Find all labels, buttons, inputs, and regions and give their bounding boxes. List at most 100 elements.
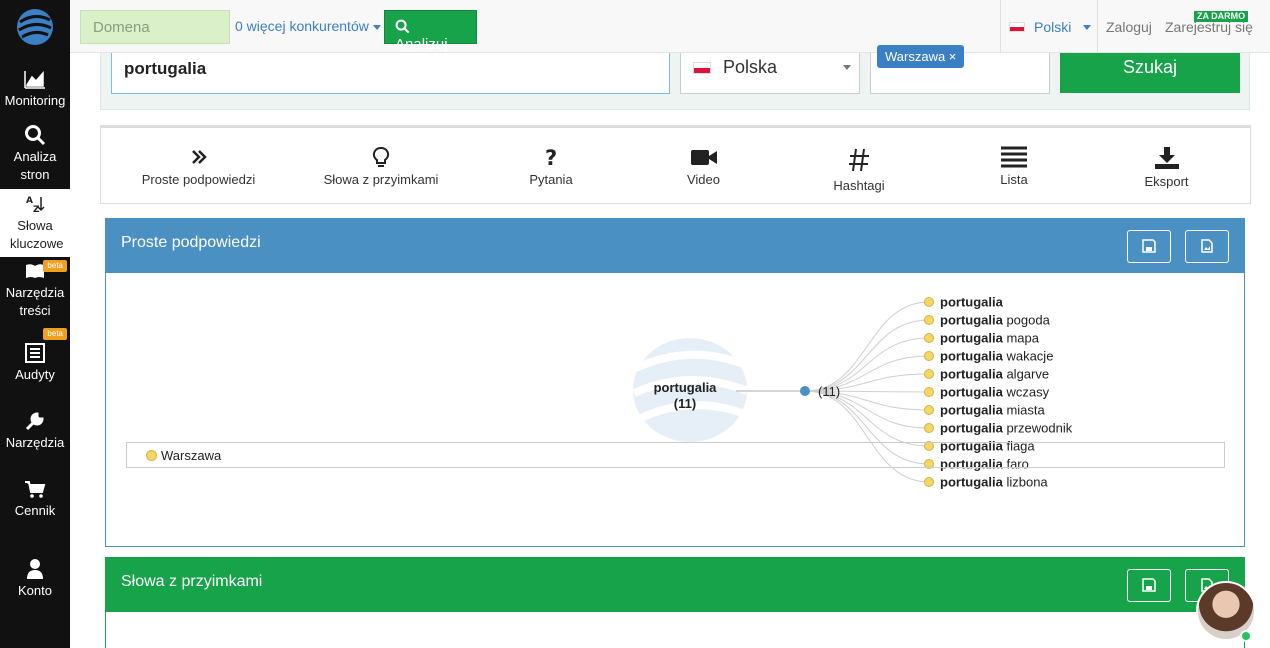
login-link[interactable]: Zaloguj <box>1106 19 1152 35</box>
sidebar-item-narzedzia-tresci[interactable]: beta Narzędzia treści <box>0 260 70 322</box>
sidebar-item-label: Cennik <box>14 503 56 518</box>
suggestion-keyword: portugalia <box>940 313 1004 328</box>
suggestion-label[interactable]: portugalia miasta <box>940 403 1046 418</box>
leaf-dot[interactable] <box>924 351 934 361</box>
search-button[interactable]: Szukaj <box>1060 53 1240 93</box>
suggestion-keyword: portugalia <box>940 367 1004 382</box>
sidebar-item-audyty[interactable]: beta Audyty <box>0 328 70 386</box>
leaf-dot[interactable] <box>924 405 934 415</box>
country-select[interactable]: Polska <box>680 53 860 94</box>
download-icon <box>1154 147 1179 169</box>
tab-pytania[interactable]: ? Pytania <box>521 146 581 187</box>
suggestion-label[interactable]: portugalia lizbona <box>940 475 1048 490</box>
suggestion-label[interactable]: portugalia pogoda <box>940 313 1051 328</box>
suggestion-suffix: mapa <box>1003 331 1040 346</box>
branch-link <box>804 390 930 483</box>
branch-link <box>804 390 930 447</box>
suggestion-suffix: lizbona <box>1003 475 1049 490</box>
save-button[interactable] <box>1127 230 1171 263</box>
suggestion-suffix: wakacje <box>1003 349 1054 364</box>
node-count: (11) <box>818 384 840 399</box>
beta-badge: beta <box>43 328 67 340</box>
leaf-dot[interactable] <box>924 423 934 433</box>
root-label: portugalia <box>654 380 718 395</box>
tab-label: Lista <box>1000 172 1028 187</box>
suggestion-label[interactable]: portugalia algarve <box>940 367 1049 382</box>
hashtag-icon <box>849 148 869 172</box>
save-button[interactable] <box>1127 569 1171 602</box>
az-icon: AZ <box>26 196 45 215</box>
sidebar-item-label: Słowa kluczowe <box>10 218 64 251</box>
branch-link <box>804 319 930 392</box>
analyze-label: Analizuj <box>395 36 448 53</box>
sidebar-item-label: Monitoring <box>4 93 66 108</box>
sidebar-item-slowa[interactable]: AZ Słowa kluczowe <box>0 189 70 257</box>
analyze-button[interactable]: Analizuj <box>384 10 477 53</box>
lightbulb-icon <box>372 147 390 167</box>
leaf-dot[interactable] <box>924 297 934 307</box>
suggestion-label[interactable]: portugalia wczasy <box>940 385 1050 400</box>
panel-header: Proste podpowiedzi <box>106 219 1244 273</box>
logo-icon[interactable] <box>14 6 56 48</box>
tab-proste-podpowiedzi[interactable]: Proste podpowiedzi <box>141 146 256 187</box>
leaf-dot[interactable] <box>924 369 934 379</box>
cart-icon <box>25 481 46 498</box>
tab-label: Hashtagi <box>833 178 885 193</box>
competitors-dropdown[interactable]: 0 więcej konkurentów <box>235 18 381 34</box>
sidebar-item-label: Analiza stron <box>13 149 57 182</box>
tab-label: Pytania <box>529 172 573 187</box>
city-input[interactable]: Warszawa × <box>870 45 1050 94</box>
caret-down-icon <box>843 65 851 70</box>
domain-input[interactable]: Domena <box>80 10 230 44</box>
tab-label: Słowa z przyimkami <box>323 172 439 187</box>
svg-text:Z: Z <box>33 205 40 215</box>
chart-icon <box>24 71 45 89</box>
suggestion-keyword: portugalia <box>940 331 1004 346</box>
search-bar: portugalia Polska Warszawa × Szukaj <box>100 45 1250 110</box>
panel-title: Proste podpowiedzi <box>121 234 261 251</box>
suggestion-label[interactable]: portugalia mapa <box>940 331 1040 346</box>
svg-text:A: A <box>26 196 33 206</box>
caret-down-icon <box>372 24 381 30</box>
keyword-input[interactable]: portugalia <box>111 53 670 94</box>
sidebar-item-cennik[interactable]: Cennik <box>0 478 70 523</box>
root-count: (11) <box>674 396 696 411</box>
sidebar-item-konto[interactable]: Konto <box>0 558 70 603</box>
image-export-button[interactable] <box>1185 230 1229 263</box>
tab-video[interactable]: Video <box>676 146 731 187</box>
suggestion-keyword: portugalia <box>940 475 1004 490</box>
tab-eksport[interactable]: Eksport <box>1139 146 1194 189</box>
panel-title: Słowa z przyimkami <box>121 573 263 590</box>
image-icon <box>1201 239 1213 253</box>
svg-text:?: ? <box>545 146 557 168</box>
user-icon <box>27 559 43 579</box>
leaf-dot[interactable] <box>924 333 934 343</box>
leaf-dot[interactable] <box>924 315 934 325</box>
city-tag[interactable]: Warszawa × <box>877 45 965 68</box>
sidebar-item-monitoring[interactable]: Monitoring <box>0 68 70 118</box>
tab-hashtagi[interactable]: Hashtagi <box>829 146 889 193</box>
list-icon <box>1001 146 1027 168</box>
tree-node[interactable] <box>800 386 810 396</box>
leaf-dot[interactable] <box>924 387 934 397</box>
suggestion-label[interactable]: portugalia <box>940 295 1004 310</box>
suggestion-keyword: portugalia <box>940 421 1004 436</box>
suggestion-label[interactable]: portugalia wakacje <box>940 349 1053 364</box>
sidebar-item-analiza[interactable]: Analiza stron <box>0 124 70 184</box>
sidebar-item-label: Konto <box>18 583 52 598</box>
tab-lista[interactable]: Lista <box>994 146 1034 187</box>
caret-down-icon <box>1083 25 1091 30</box>
sidebar-item-narzedzia[interactable]: Narzędzia <box>0 410 70 455</box>
tab-label: Proste podpowiedzi <box>141 172 256 187</box>
suggestion-keyword: portugalia <box>940 385 1004 400</box>
top-bar: Domena 0 więcej konkurentów Analizuj Pol… <box>70 0 1270 53</box>
leaf-dot[interactable] <box>924 477 934 487</box>
suggestion-keyword: portugalia <box>940 349 1004 364</box>
video-icon <box>690 150 717 165</box>
language-selector[interactable]: Polski <box>1000 0 1098 53</box>
save-icon <box>1142 578 1156 592</box>
search-icon <box>395 19 410 34</box>
country-label: Polska <box>723 57 778 77</box>
tab-slowa-z-przyimkami[interactable]: Słowa z przyimkami <box>321 146 441 187</box>
suggestion-label[interactable]: portugalia przewodnik <box>940 421 1073 436</box>
